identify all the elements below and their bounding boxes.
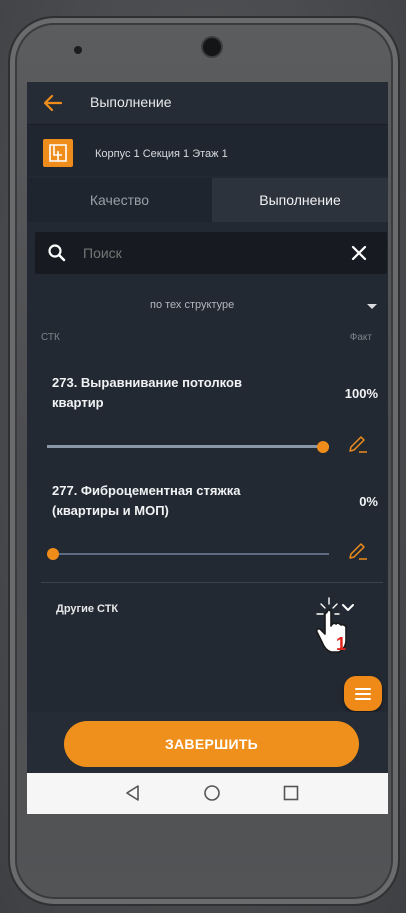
phone-camera	[203, 38, 221, 56]
tab-quality[interactable]: Качество	[27, 178, 212, 222]
finish-button[interactable]: ЗАВЕРШИТЬ	[64, 721, 359, 767]
arrow-left-icon[interactable]	[41, 92, 65, 114]
nav-home-icon[interactable]	[202, 783, 222, 803]
tap-step-number: 1	[336, 634, 346, 654]
app-screen: Выполнение Корпус 1 Секция 1 Этаж 1 Каче…	[27, 82, 388, 814]
search-input[interactable]	[83, 245, 313, 261]
close-icon[interactable]	[351, 245, 367, 261]
progress-slider[interactable]	[47, 441, 329, 453]
task-title: 277. Фиброцементная стяжка (квартиры и М…	[52, 483, 241, 518]
task-title: 273. Выравнивание потолков квартир	[52, 375, 242, 410]
slider-fill	[47, 445, 329, 448]
bottom-action-bar: ЗАВЕРШИТЬ	[27, 712, 388, 773]
search-bar	[35, 232, 387, 274]
search-icon	[48, 244, 66, 262]
slider-thumb[interactable]	[47, 548, 59, 560]
object-header: Корпус 1 Секция 1 Этаж 1	[27, 124, 388, 176]
task-percent: 0%	[359, 494, 378, 509]
nav-back-icon[interactable]	[123, 783, 143, 803]
slider-track	[47, 553, 329, 555]
task-percent: 100%	[344, 386, 378, 401]
column-header-stk: СТК	[41, 332, 60, 343]
structure-filter-select[interactable]: по тех структуре	[27, 296, 388, 318]
filter-selected-value: по тех структуре	[150, 299, 235, 311]
menu-icon	[355, 687, 371, 700]
progress-slider[interactable]	[47, 548, 329, 560]
pencil-icon[interactable]	[347, 538, 369, 560]
building-logo-icon	[43, 139, 73, 167]
app-bar: Выполнение	[27, 82, 388, 124]
system-nav-bar	[27, 773, 388, 814]
divider	[41, 582, 383, 583]
object-title: Корпус 1 Секция 1 Этаж 1	[95, 148, 228, 160]
stage: Выполнение Корпус 1 Секция 1 Этаж 1 Каче…	[0, 0, 406, 913]
pencil-icon[interactable]	[347, 431, 369, 453]
page-title: Выполнение	[90, 94, 172, 110]
other-stk-label[interactable]: Другие СТК	[56, 603, 118, 615]
tab-execution[interactable]: Выполнение	[212, 178, 388, 222]
slider-thumb[interactable]	[317, 441, 329, 453]
caret-down-icon	[367, 304, 377, 309]
column-header-fact: Факт	[349, 332, 372, 343]
tab-bar: Качество Выполнение	[27, 178, 388, 222]
nav-recents-icon[interactable]	[281, 783, 301, 803]
tap-hand-icon: 1	[316, 597, 347, 654]
menu-fab-button[interactable]	[344, 676, 382, 711]
phone-speaker	[74, 46, 82, 54]
